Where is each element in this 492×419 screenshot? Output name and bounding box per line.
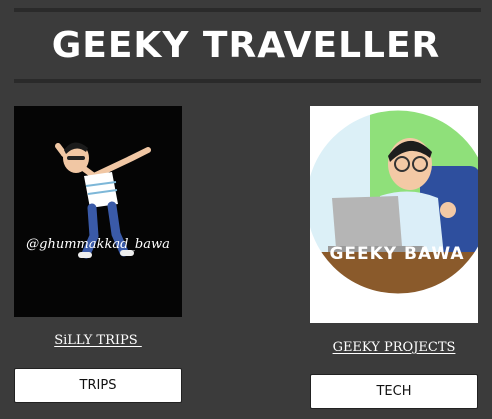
header-top-rule [14,8,481,12]
tech-button[interactable]: TECH [310,374,478,409]
site-title: GEEKY TRAVELLER [51,25,441,66]
trips-button[interactable]: TRIPS [14,368,182,403]
laptop-avatar-illustration [310,109,478,295]
header-bottom-rule [14,79,481,83]
geeky-projects-link[interactable]: GEEKY PROJECTS [296,340,492,355]
geeky-bawa-logo-text: GEEKY BAWA [329,244,465,264]
silly-trips-link[interactable]: SiLLY TRIPS [0,333,196,348]
avatar-handle-text: @ghummakkad_bawa [26,237,170,252]
tech-avatar-image[interactable]: GEEKY BAWA [310,106,478,323]
dabbing-avatar-illustration [55,142,151,259]
trips-avatar-image[interactable]: @ghummakkad_bawa [14,106,182,317]
